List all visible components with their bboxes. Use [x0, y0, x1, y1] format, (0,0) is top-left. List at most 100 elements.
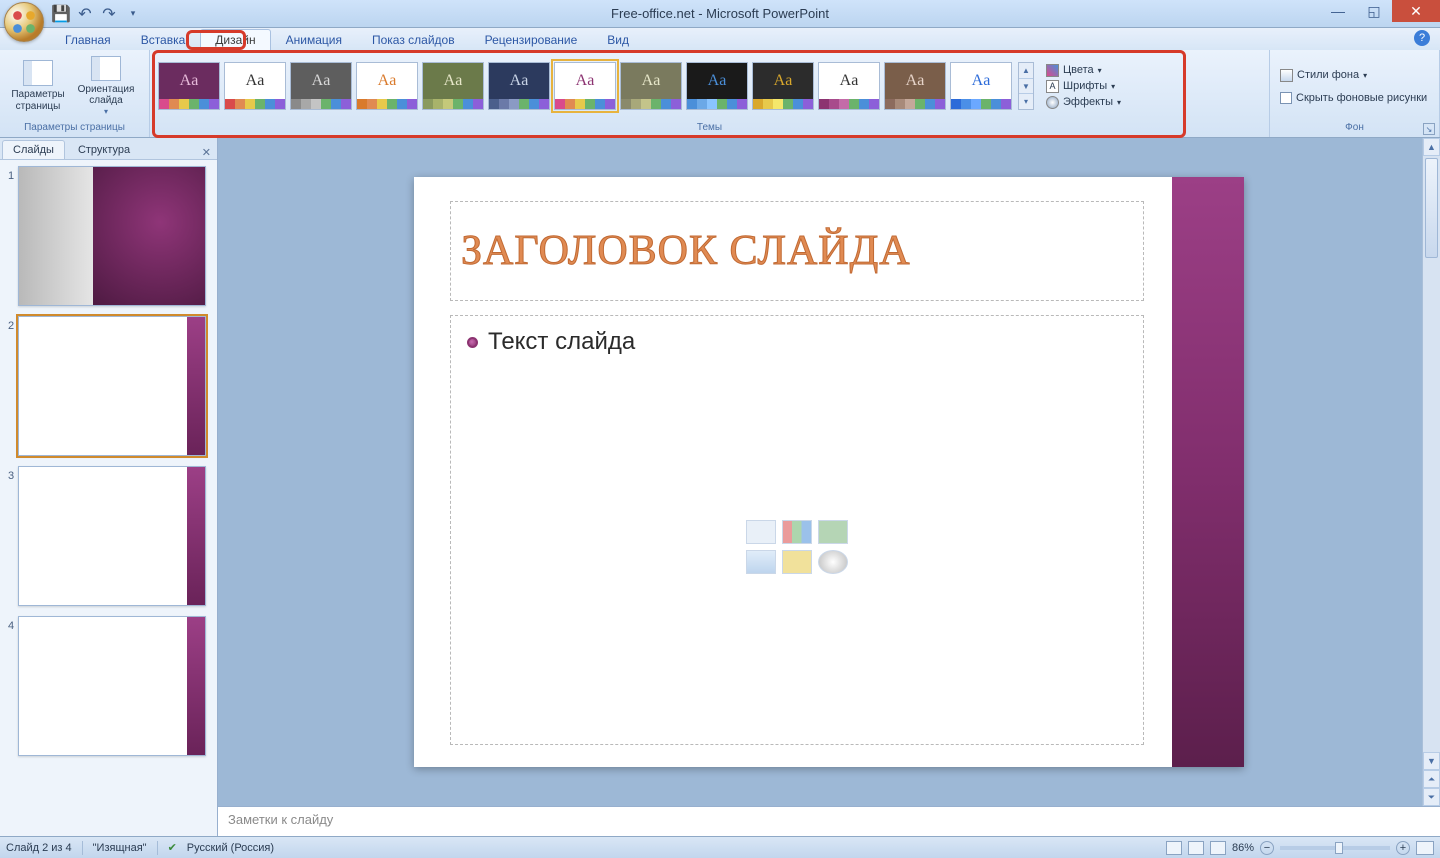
slide-nav: ⏶ ⏷ [1423, 770, 1440, 806]
redo-icon[interactable]: ↷ [100, 5, 118, 23]
theme-thumb[interactable]: Aa [818, 62, 880, 110]
thumb-accent [187, 317, 205, 455]
ribbon-tab-вставка[interactable]: Вставка [126, 29, 201, 50]
zoom-in-button[interactable]: + [1396, 841, 1410, 855]
theme-thumb[interactable]: Aa [290, 62, 352, 110]
close-button[interactable]: ✕ [1392, 0, 1440, 22]
insert-media-icon[interactable] [818, 550, 848, 574]
chevron-down-icon: ▾ [1363, 71, 1367, 80]
theme-thumb[interactable]: Aa [686, 62, 748, 110]
spellcheck-icon[interactable]: ✔ [168, 841, 177, 854]
ribbon-tab-дизайн[interactable]: Дизайн [200, 29, 270, 50]
restore-button[interactable]: ◱ [1356, 0, 1392, 22]
content-placeholder[interactable]: Текст слайда [450, 315, 1144, 745]
slide-thumbnail[interactable] [18, 466, 206, 606]
outline-tab[interactable]: Структура [67, 140, 141, 159]
theme-fonts-button[interactable]: A Шрифты ▾ [1042, 79, 1125, 94]
slide-thumbnails: 1234 [0, 160, 217, 836]
group-launcher-icon[interactable]: ↘ [1423, 123, 1435, 135]
theme-colors-label: Цвета [1063, 64, 1094, 76]
canvas: ЗАГОЛОВОК СЛАЙДА Текст слайда [218, 138, 1440, 806]
next-slide-icon[interactable]: ⏷ [1423, 788, 1440, 806]
theme-thumb[interactable]: Aa [158, 62, 220, 110]
insert-smartart-icon[interactable] [818, 520, 848, 544]
thumb-accent [93, 167, 205, 305]
themes-group: AaAaAaAaAaAaAaAaAaAaAaAaAa ▲ ▼ ▾ Цвета ▾… [150, 50, 1270, 137]
page-setup-button[interactable]: Параметры страницы [6, 55, 70, 117]
slide-orientation-button[interactable]: Ориентация слайда ▾ [74, 55, 138, 117]
insert-picture-icon[interactable] [746, 550, 776, 574]
theme-thumb[interactable]: Aa [950, 62, 1012, 110]
normal-view-button[interactable] [1166, 841, 1182, 855]
minimize-button[interactable]: — [1320, 0, 1356, 22]
notes-placeholder: Заметки к слайду [228, 812, 333, 827]
effects-icon [1046, 96, 1059, 109]
gallery-down-icon[interactable]: ▼ [1019, 79, 1033, 95]
scroll-thumb[interactable] [1425, 158, 1438, 258]
orientation-label: Ориентация слайда [78, 84, 135, 107]
slideshow-view-button[interactable] [1210, 841, 1226, 855]
hide-background-checkbox[interactable]: Скрыть фоновые рисунки [1276, 90, 1431, 106]
theme-thumb[interactable]: Aa [620, 62, 682, 110]
ribbon-tab-главная[interactable]: Главная [50, 29, 126, 50]
gallery-scroll: ▲ ▼ ▾ [1018, 62, 1034, 110]
slide-thumbnail[interactable] [18, 166, 206, 306]
thumb-row: 3 [4, 466, 213, 606]
sorter-view-button[interactable] [1188, 841, 1204, 855]
orientation-icon [91, 56, 121, 81]
undo-icon[interactable]: ↶ [76, 5, 94, 23]
theme-thumb[interactable]: Aa [554, 62, 616, 110]
qat-dropdown-icon[interactable]: ▾ [124, 5, 142, 23]
page-setup-group-label: Параметры страницы [6, 120, 143, 135]
theme-thumb[interactable]: Aa [884, 62, 946, 110]
close-pane-icon[interactable]: ✕ [202, 146, 211, 159]
theme-thumb[interactable]: Aa [356, 62, 418, 110]
bullet-icon [467, 337, 478, 348]
insert-table-icon[interactable] [746, 520, 776, 544]
slide-thumbnail[interactable] [18, 316, 206, 456]
background-group: Стили фона ▾ Скрыть фоновые рисунки Фон … [1270, 50, 1440, 137]
theme-thumb[interactable]: Aa [422, 62, 484, 110]
page-setup-label: Параметры страницы [11, 89, 64, 112]
ribbon-tab-анимация[interactable]: Анимация [271, 29, 357, 50]
quick-access-toolbar: 💾 ↶ ↷ ▾ [52, 5, 142, 23]
status-right: 86% − + [1166, 841, 1434, 855]
background-styles-button[interactable]: Стили фона ▾ [1276, 67, 1371, 84]
insert-chart-icon[interactable] [782, 520, 812, 544]
theme-effects-button[interactable]: Эффекты ▾ [1042, 95, 1125, 110]
slides-tab[interactable]: Слайды [2, 140, 65, 159]
status-bar: Слайд 2 из 4 "Изящная" ✔ Русский (Россия… [0, 836, 1440, 858]
ribbon-tab-рецензирование[interactable]: Рецензирование [470, 29, 593, 50]
fonts-icon: A [1046, 80, 1059, 93]
zoom-slider[interactable] [1280, 846, 1390, 850]
fit-to-window-button[interactable] [1416, 841, 1434, 855]
theme-thumb[interactable]: Aa [488, 62, 550, 110]
help-icon[interactable]: ? [1414, 30, 1430, 46]
scroll-up-icon[interactable]: ▲ [1423, 138, 1440, 156]
title-placeholder[interactable]: ЗАГОЛОВОК СЛАЙДА [450, 201, 1144, 301]
save-icon[interactable]: 💾 [52, 5, 70, 23]
slide-title-text: ЗАГОЛОВОК СЛАЙДА [461, 227, 911, 275]
ribbon-tab-показ слайдов[interactable]: Показ слайдов [357, 29, 470, 50]
ribbon-tab-вид[interactable]: Вид [592, 29, 644, 50]
insert-clipart-icon[interactable] [782, 550, 812, 574]
prev-slide-icon[interactable]: ⏶ [1423, 770, 1440, 788]
notes-pane[interactable]: Заметки к слайду [218, 806, 1440, 836]
separator [82, 841, 83, 855]
themes-group-label: Темы [156, 120, 1263, 135]
bullet-line: Текст слайда [467, 328, 1127, 356]
theme-thumb[interactable]: Aa [752, 62, 814, 110]
thumb-number: 4 [4, 616, 18, 756]
office-button[interactable] [4, 2, 44, 42]
zoom-slider-thumb[interactable] [1335, 842, 1343, 854]
scroll-down-icon[interactable]: ▼ [1423, 752, 1440, 770]
window-title: Free-office.net - Microsoft PowerPoint [0, 6, 1440, 21]
slide-thumbnail[interactable] [18, 616, 206, 756]
theme-thumb[interactable]: Aa [224, 62, 286, 110]
theme-colors-button[interactable]: Цвета ▾ [1042, 63, 1125, 78]
gallery-up-icon[interactable]: ▲ [1019, 63, 1033, 79]
gallery-more-icon[interactable]: ▾ [1019, 94, 1033, 109]
slide[interactable]: ЗАГОЛОВОК СЛАЙДА Текст слайда [414, 177, 1244, 767]
zoom-out-button[interactable]: − [1260, 841, 1274, 855]
vertical-scrollbar[interactable]: ▲ ▼ ⏶ ⏷ [1422, 138, 1440, 806]
